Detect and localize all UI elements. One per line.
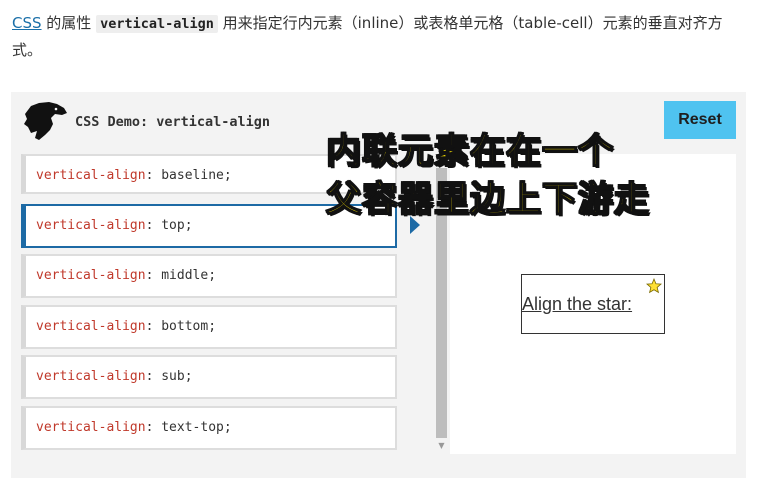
choice-value: top; [161, 218, 193, 233]
star-icon [646, 278, 662, 294]
choice-value: bottom; [161, 319, 217, 334]
align-text: Align the star: [522, 294, 633, 314]
annotation-line-1: 内联元素在在一个 [325, 131, 615, 173]
choice-bottom[interactable]: vertical-align: bottom; [21, 305, 397, 349]
choice-text-top[interactable]: vertical-align: text-top; [21, 406, 397, 450]
reset-button[interactable]: Reset [664, 101, 736, 139]
property-code: vertical-align [96, 15, 218, 33]
dinosaur-logo-icon [24, 102, 67, 140]
annotation-line-2: 父容器里边上下游走 [325, 179, 651, 221]
choice-property: vertical-align [36, 168, 146, 183]
choice-sub[interactable]: vertical-align: sub; [21, 355, 397, 399]
align-example-box: Align the star: [521, 274, 665, 334]
choice-middle[interactable]: vertical-align: middle; [21, 254, 397, 298]
choice-property: vertical-align [36, 420, 146, 435]
choice-property: vertical-align [36, 218, 146, 233]
css-link[interactable]: CSS [12, 14, 42, 32]
choice-value: middle; [161, 268, 217, 283]
annotation-overlay: 内联元素在在一个 父容器里边上下游走 [325, 128, 651, 224]
scroll-down-arrow-icon[interactable]: ▼ [434, 441, 449, 451]
choice-value: baseline; [161, 168, 232, 183]
choice-value: sub; [161, 369, 193, 384]
choice-property: vertical-align [36, 268, 146, 283]
choice-property: vertical-align [36, 319, 146, 334]
choice-property: vertical-align [36, 369, 146, 384]
intro-paragraph: CSS 的属性 vertical-align 用来指定行内元素（inline）或… [12, 10, 752, 63]
choice-value: text-top; [161, 420, 232, 435]
demo-title: CSS Demo: vertical-align [75, 114, 271, 130]
intro-text-1: 的属性 [41, 14, 97, 32]
